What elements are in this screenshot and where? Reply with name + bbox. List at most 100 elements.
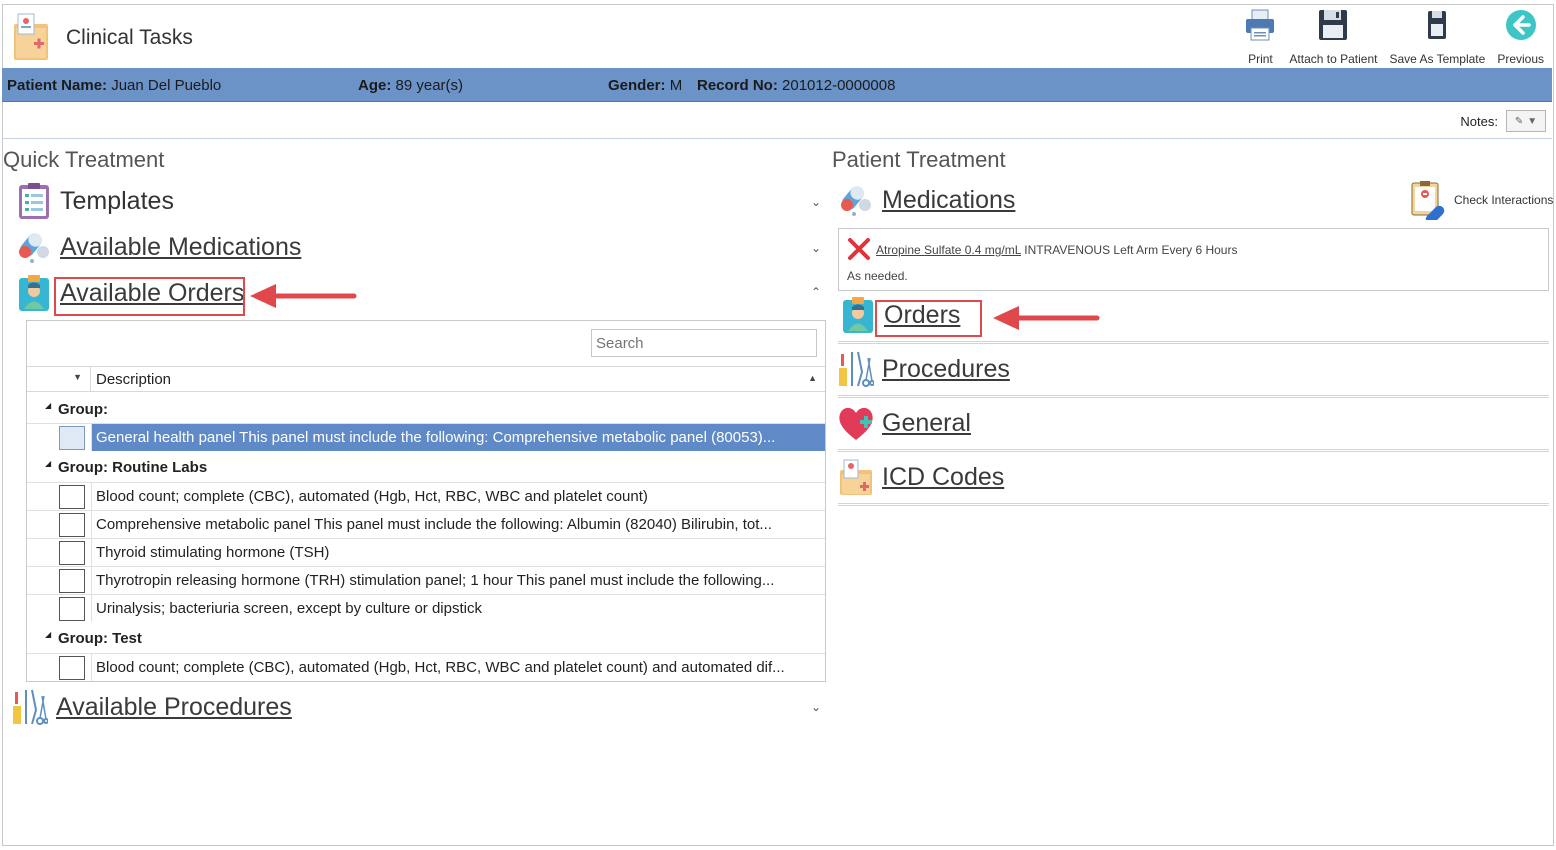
clipboard-pill-icon [1411,181,1445,220]
available-medications-section[interactable]: Available Medications [16,228,301,266]
group-label: Group: Test [58,630,142,647]
check-interactions-label: Check Interactions [1454,193,1554,207]
row-checkbox[interactable] [59,513,85,537]
table-row[interactable]: Urinalysis; bacteriuria screen, except b… [27,594,825,622]
row-checkbox[interactable] [59,597,85,621]
column-filter-button[interactable]: ▼ [27,367,91,391]
save-template-label: Save As Template [1389,52,1486,66]
remove-x-icon[interactable] [847,237,871,261]
medical-folder-icon [840,459,872,495]
quick-treatment-title: Quick Treatment [3,147,165,172]
available-medications-chevron-down-icon[interactable]: ⌄ [811,241,821,255]
notes-label: Notes: [1460,113,1498,129]
general-section[interactable]: General [838,404,971,442]
group-header[interactable]: ◢ Group: [27,394,825,423]
templates-label: Templates [60,186,174,215]
group-header[interactable]: ◢ Group: Routine Labs [27,452,825,481]
notes-edit-icon: ✎ [1514,115,1524,127]
gender-value: M [669,77,683,94]
surgical-tools-icon [839,351,874,387]
medication-name-link[interactable]: Atropine Sulfate 0.4 mg/mL [876,243,1021,257]
check-interactions-button[interactable]: Check Interactions [1410,180,1553,220]
page-title: Clinical Tasks [66,26,193,49]
icd-codes-link[interactable]: ICD Codes [882,463,1004,492]
row-checkbox[interactable] [59,426,85,450]
table-row[interactable]: Thyroid stimulating hormone (TSH) [27,538,825,566]
pills-icon [841,186,871,216]
section-divider [838,341,1549,344]
save-as-template-button[interactable]: Save As Template [1383,6,1491,66]
row-description: Thyrotropin releasing hormone (TRH) stim… [96,572,775,589]
age-label: Age: [358,77,392,94]
available-orders-chevron-up-icon[interactable]: ⌃ [811,285,821,299]
section-divider [838,395,1549,398]
patient-info-bar: Patient Name: Juan Del Pueblo Age: 89 ye… [2,68,1552,102]
table-row[interactable]: Thyrotropin releasing hormone (TRH) stim… [27,566,825,594]
back-arrow-icon [1505,10,1536,40]
notes-control: Notes: ✎ ▼ [1460,110,1546,132]
row-checkbox[interactable] [59,541,85,565]
group-label: Group: Routine Labs [58,459,208,476]
patient-treatment-title: Patient Treatment [832,147,1006,172]
row-description: Urinalysis; bacteriuria screen, except b… [96,600,482,617]
gender-label: Gender: [608,77,666,94]
red-arrow-icon [993,306,1100,330]
doctor-orders-icon [843,297,873,333]
table-row[interactable]: Blood count; complete (CBC), automated (… [27,482,825,510]
available-procedures-section[interactable]: Available Procedures [12,688,292,726]
column-header-description[interactable]: Description [96,371,171,388]
table-row[interactable]: Blood count; complete (CBC), automated (… [27,653,825,681]
divider [2,138,1552,139]
patient-name-label: Patient Name: [7,77,108,94]
age-value: 89 year(s) [395,77,464,94]
cell-divider [91,483,92,510]
patient-age: Age: 89 year(s) [358,77,463,94]
row-description: General health panel This panel must inc… [96,429,776,446]
record-value: 201012-0000008 [782,77,896,94]
medication-entry[interactable]: Atropine Sulfate 0.4 mg/mL INTRAVENOUS L… [876,243,1237,257]
group-header[interactable]: ◢ Group: Test [27,623,825,652]
grid-header: ▼ Description ▲ [27,366,825,392]
surgical-tools-icon [13,689,48,725]
icd-codes-section[interactable]: ICD Codes [838,458,1004,496]
clinical-tasks-icon [14,13,48,60]
general-link[interactable]: General [882,409,971,438]
available-procedures-link[interactable]: Available Procedures [56,693,292,722]
previous-label: Previous [1497,52,1544,66]
table-row[interactable]: Comprehensive metabolic panel This panel… [27,510,825,538]
save-disk-icon [1319,10,1348,40]
toolbar: Print Attach to Patient Save As Template… [1237,6,1550,66]
chevron-down-icon: ▼ [1527,115,1538,127]
table-row[interactable]: General health panel This panel must inc… [27,423,825,451]
available-procedures-chevron-down-icon[interactable]: ⌄ [811,700,821,714]
sort-ascending-icon[interactable]: ▲ [808,373,817,383]
available-orders-grid: ▼ Description ▲ ◢ Group: General health … [26,320,826,682]
available-medications-link[interactable]: Available Medications [60,233,301,262]
medications-link[interactable]: Medications [882,186,1015,215]
pills-icon [19,233,49,263]
cell-divider [91,654,92,681]
procedures-link[interactable]: Procedures [882,355,1010,384]
procedures-section[interactable]: Procedures [838,350,1010,388]
notes-dropdown[interactable]: ✎ ▼ [1506,110,1546,132]
orders-search-input[interactable] [591,329,817,357]
patient-name-value: Juan Del Pueblo [111,77,222,94]
row-description: Comprehensive metabolic panel This panel… [96,516,772,533]
templates-chevron-down-icon[interactable]: ⌄ [811,195,821,209]
cell-divider [91,539,92,566]
printer-icon [1246,9,1275,41]
previous-button[interactable]: Previous [1491,6,1550,66]
patient-gender: Gender: M [608,77,682,94]
templates-section[interactable]: Templates [16,182,174,220]
medications-section[interactable]: Medications [838,181,1015,219]
print-button[interactable]: Print [1237,6,1283,66]
collapse-triangle-icon: ◢ [45,401,52,410]
row-checkbox[interactable] [59,656,85,680]
attach-to-patient-button[interactable]: Attach to Patient [1283,6,1383,66]
row-description: Thyroid stimulating hormone (TSH) [96,544,330,561]
cell-divider [91,511,92,538]
attach-label: Attach to Patient [1289,52,1378,66]
medication-details: INTRAVENOUS Left Arm Every 6 Hours [1020,243,1238,257]
row-checkbox[interactable] [59,485,85,509]
row-checkbox[interactable] [59,569,85,593]
